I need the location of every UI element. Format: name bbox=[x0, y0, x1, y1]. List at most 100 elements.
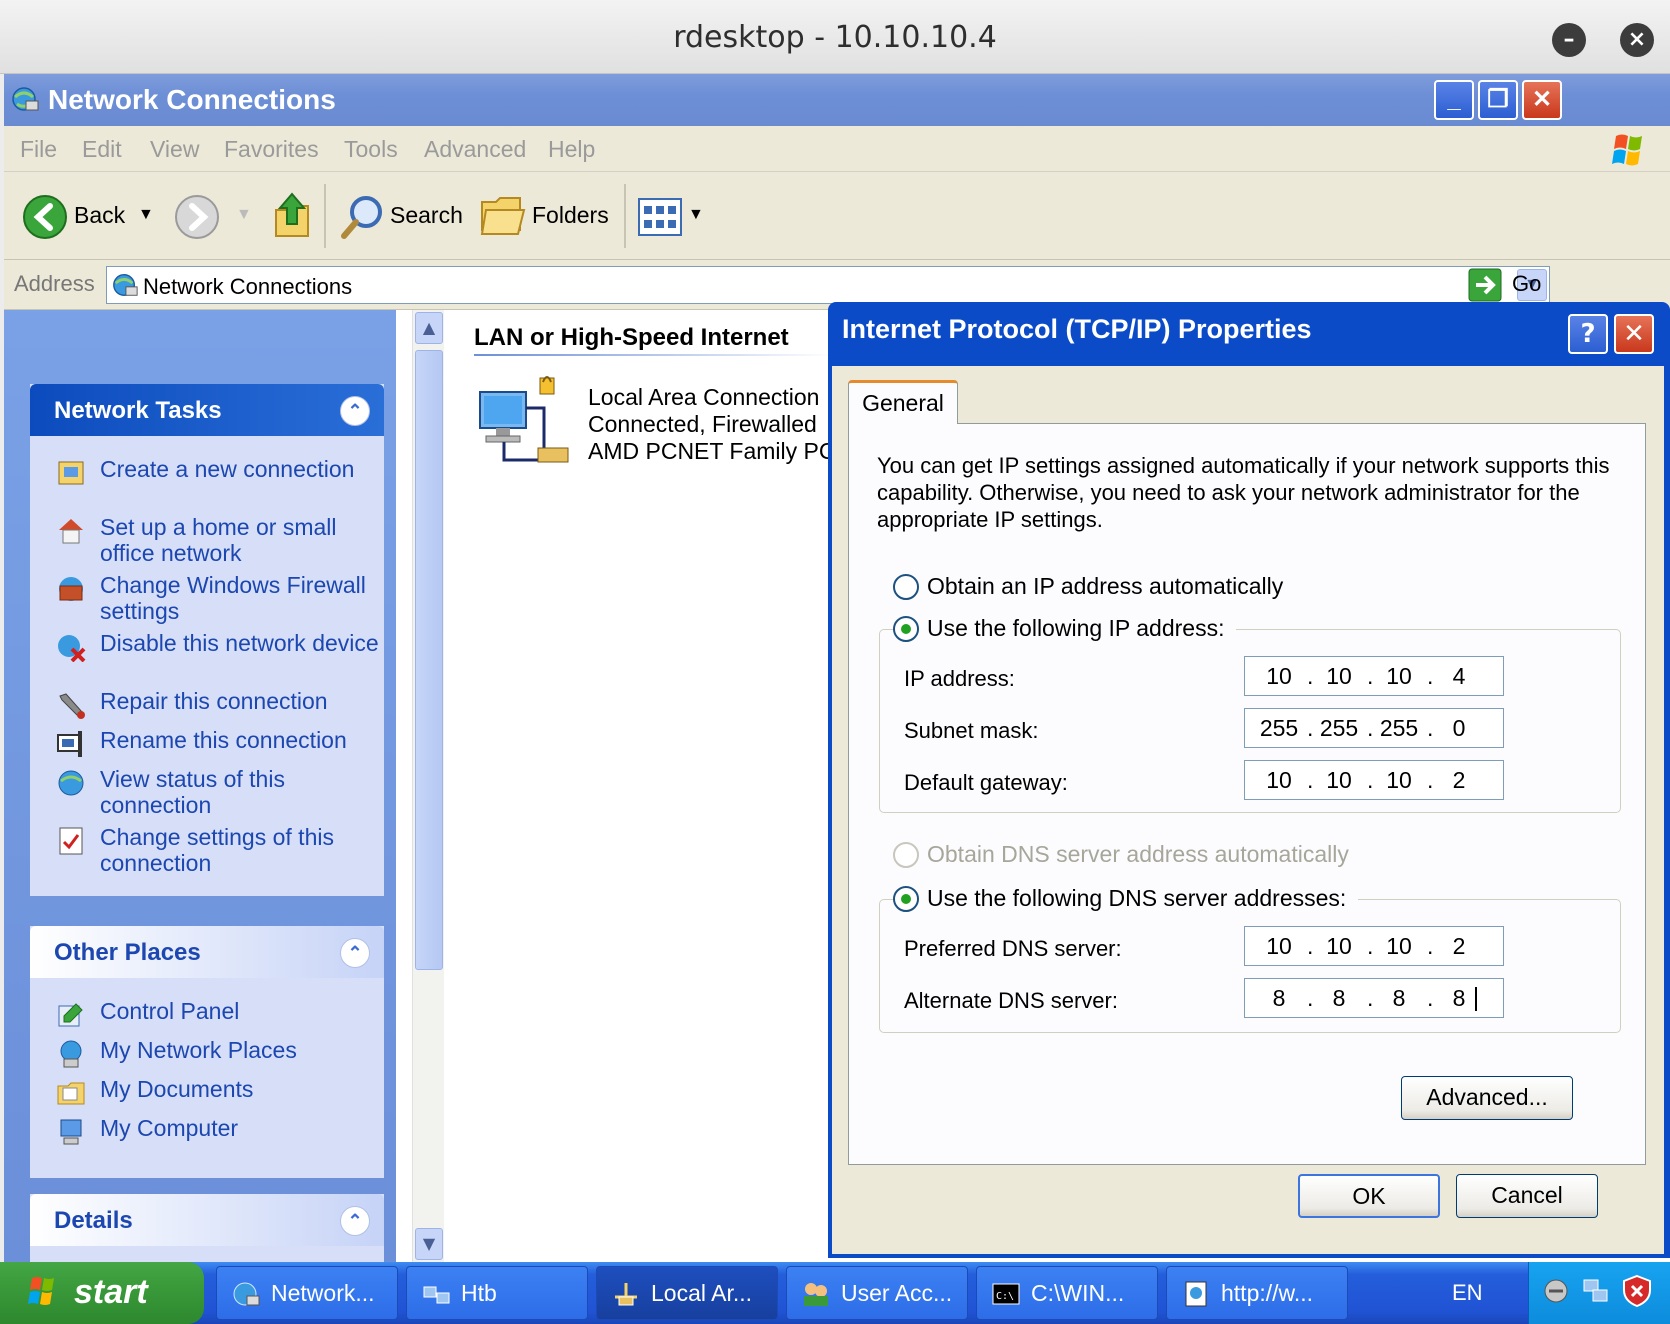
window-close-button[interactable]: ✕ bbox=[1522, 80, 1562, 120]
radio-disabled-icon bbox=[893, 842, 919, 868]
folders-icon[interactable] bbox=[480, 194, 526, 236]
other-places-header[interactable]: Other Places ⌃ bbox=[30, 926, 384, 978]
menu-advanced[interactable]: Advanced bbox=[424, 136, 526, 163]
dialog-title: Internet Protocol (TCP/IP) Properties bbox=[842, 314, 1312, 344]
menu-file[interactable]: File bbox=[20, 136, 57, 163]
start-label: start bbox=[74, 1273, 148, 1311]
rdesktop-title: rdesktop - 10.10.10.4 bbox=[673, 20, 997, 55]
local-area-connection-icon[interactable] bbox=[474, 374, 584, 474]
taskbar: start Network... Htb Local Ar... User Ac… bbox=[0, 1262, 1670, 1324]
toolbar-separator bbox=[624, 184, 626, 248]
subnet-mask-label: Subnet mask: bbox=[904, 718, 1039, 743]
taskbar-item-browser[interactable]: http://w... bbox=[1166, 1266, 1348, 1320]
back-dropdown-icon[interactable]: ▼ bbox=[138, 206, 154, 224]
connection-details[interactable]: Local Area Connection Connected, Firewal… bbox=[588, 384, 864, 465]
radio-use-following-ip[interactable]: Use the following IP address: Use the fo… bbox=[893, 615, 1237, 643]
forward-dropdown-icon[interactable]: ▼ bbox=[236, 206, 252, 224]
alternate-dns-label: Alternate DNS server: bbox=[904, 988, 1118, 1013]
view-status-icon bbox=[58, 770, 84, 796]
start-button[interactable]: start bbox=[0, 1262, 204, 1324]
taskbar-item-user-accounts[interactable]: User Acc... bbox=[786, 1266, 968, 1320]
search-icon[interactable] bbox=[338, 192, 388, 242]
general-tab-panel: You can get IP settings assigned automat… bbox=[848, 423, 1646, 1165]
vertical-scrollbar[interactable]: ▲ ▼ bbox=[412, 310, 444, 1262]
dns-server-group: Preferred DNS server: 10. 10. 10. 2 Alte… bbox=[879, 899, 1621, 1033]
dialog-close-icon[interactable]: ✕ bbox=[1614, 314, 1654, 354]
window-minimize-button[interactable]: _ bbox=[1434, 80, 1474, 120]
address-value: Network Connections bbox=[143, 274, 353, 299]
views-icon[interactable] bbox=[638, 198, 682, 236]
network-connections-icon bbox=[233, 1282, 260, 1306]
windows-logo-icon bbox=[28, 1277, 54, 1305]
scroll-down-icon[interactable]: ▼ bbox=[415, 1228, 443, 1260]
rdesktop-window: rdesktop - 10.10.10.4 – × Network Connec… bbox=[0, 0, 1670, 1324]
default-gateway-label: Default gateway: bbox=[904, 770, 1068, 795]
rename-icon bbox=[57, 731, 82, 757]
taskbar-item-local-area[interactable]: Local Ar... bbox=[596, 1266, 778, 1320]
search-button-label[interactable]: Search bbox=[390, 202, 463, 229]
details-header[interactable]: Details ⌃ bbox=[30, 1194, 384, 1246]
other-places-box: Other Places ⌃ Control Panel My Network … bbox=[30, 926, 384, 1178]
menu-help[interactable]: Help bbox=[548, 136, 595, 163]
close-icon[interactable]: × bbox=[1620, 23, 1654, 57]
radio-unchecked-icon[interactable] bbox=[893, 574, 919, 600]
back-button-label[interactable]: Back bbox=[74, 202, 125, 229]
alternate-dns-field[interactable]: 8. 8. 8. 8 bbox=[1244, 978, 1504, 1018]
help-button[interactable]: ? bbox=[1568, 314, 1608, 354]
taskbar-item-htb[interactable]: Htb bbox=[406, 1266, 588, 1320]
folders-button-label[interactable]: Folders bbox=[532, 202, 609, 229]
network-connections-icon bbox=[113, 274, 138, 296]
ok-button[interactable]: OK bbox=[1298, 1174, 1440, 1218]
menu-favorites[interactable]: Favorites bbox=[224, 136, 319, 163]
details-box: Details ⌃ bbox=[30, 1194, 384, 1262]
ip-address-field[interactable]: 10. 10. 10. 4 bbox=[1244, 656, 1504, 696]
menu-edit[interactable]: Edit bbox=[82, 136, 122, 163]
back-arrow-icon[interactable] bbox=[22, 194, 68, 240]
cancel-button[interactable]: Cancel bbox=[1456, 1174, 1598, 1218]
tab-general[interactable]: General bbox=[848, 380, 958, 424]
repair-wrench-icon bbox=[59, 693, 85, 719]
radio-use-following-dns[interactable]: Use the following DNS server addresses: … bbox=[893, 885, 1359, 913]
collapse-chevron-icon[interactable]: ⌃ bbox=[340, 396, 370, 426]
my-network-places-icon bbox=[60, 1040, 82, 1068]
tray-connection-icon[interactable] bbox=[1581, 1276, 1611, 1306]
preferred-dns-label: Preferred DNS server: bbox=[904, 936, 1122, 961]
preferred-dns-field[interactable]: 10. 10. 10. 2 bbox=[1244, 926, 1504, 966]
network-tasks-header[interactable]: Network Tasks ⌃ bbox=[30, 384, 384, 436]
scroll-up-icon[interactable]: ▲ bbox=[415, 312, 443, 344]
window-restore-button[interactable]: ❐ bbox=[1478, 80, 1518, 120]
go-arrow-icon[interactable] bbox=[1468, 268, 1502, 302]
connection-device: AMD PCNET Family PCI E bbox=[588, 438, 864, 464]
command-prompt-icon: C:\ bbox=[992, 1283, 1020, 1305]
go-button-label[interactable]: Go bbox=[1512, 271, 1541, 297]
taskbar-item-cmd[interactable]: C:\ C:\WIN... bbox=[976, 1266, 1158, 1320]
tcpip-properties-dialog: Internet Protocol (TCP/IP) Properties ? … bbox=[828, 302, 1670, 1258]
collapse-chevron-icon[interactable]: ⌃ bbox=[340, 1206, 370, 1236]
views-dropdown-icon[interactable]: ▼ bbox=[688, 206, 704, 224]
address-input[interactable]: Network Connections ▼ bbox=[106, 266, 1550, 304]
address-label: Address bbox=[14, 271, 95, 296]
taskbar-item-network[interactable]: Network... bbox=[216, 1266, 398, 1320]
radio-checked-icon[interactable] bbox=[893, 886, 919, 912]
home-network-icon bbox=[59, 519, 83, 544]
tray-network-icon[interactable] bbox=[1541, 1276, 1571, 1306]
menu-view[interactable]: View bbox=[150, 136, 199, 163]
language-indicator[interactable]: EN bbox=[1452, 1280, 1483, 1306]
menu-tools[interactable]: Tools bbox=[344, 136, 398, 163]
default-gateway-field[interactable]: 10. 10. 10. 2 bbox=[1244, 760, 1504, 800]
forward-arrow-icon[interactable] bbox=[174, 194, 220, 240]
advanced-button[interactable]: Advanced... bbox=[1401, 1076, 1573, 1120]
radio-checked-icon[interactable] bbox=[893, 616, 919, 642]
ip-address-group: IP address: 10. 10. 10. 4 Subnet mask: 2… bbox=[879, 629, 1621, 813]
up-folder-icon[interactable] bbox=[270, 190, 314, 240]
collapse-chevron-icon[interactable]: ⌃ bbox=[340, 938, 370, 968]
system-tray bbox=[1528, 1262, 1670, 1324]
security-shield-icon[interactable] bbox=[1621, 1274, 1653, 1308]
scrollbar-thumb[interactable] bbox=[415, 350, 443, 970]
my-computer-icon bbox=[60, 1119, 82, 1145]
subnet-mask-field[interactable]: 255. 255. 255. 0 bbox=[1244, 708, 1504, 748]
minimize-icon[interactable]: – bbox=[1552, 23, 1586, 57]
user-accounts-icon bbox=[804, 1283, 828, 1306]
firewall-icon bbox=[59, 577, 83, 601]
network-connections-icon bbox=[12, 87, 39, 111]
